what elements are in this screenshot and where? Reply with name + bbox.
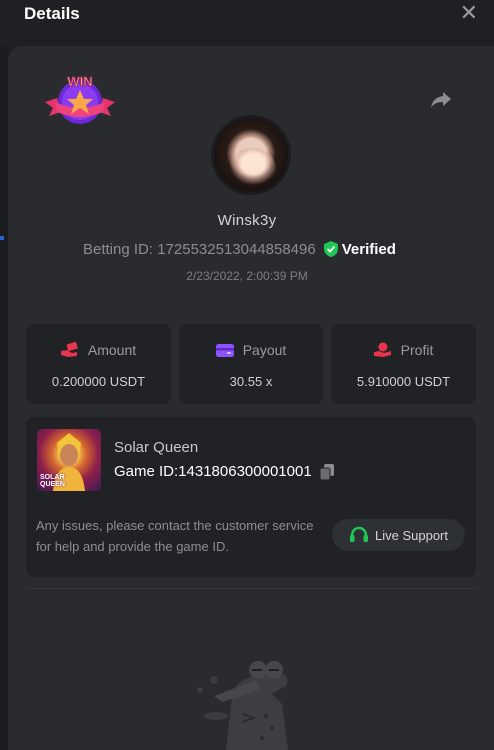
live-support-label: Live Support (375, 527, 448, 543)
backdrop-accent (0, 236, 4, 240)
game-card: SOLAR QUEEN Solar Queen Game ID:14318063… (26, 417, 476, 577)
game-logo: SOLAR QUEEN (40, 474, 65, 488)
payout-label: Payout (242, 342, 287, 358)
game-thumbnail[interactable]: SOLAR QUEEN (37, 429, 101, 491)
profit-card: Profit 5.910000 USDT (331, 324, 476, 404)
betting-id-row: Betting ID: 1725532513044858496 Verified (83, 240, 396, 258)
profit-label: Profit (400, 342, 434, 358)
support-notice: Any issues, please contact the customer … (36, 518, 314, 554)
crocodile-mascot-icon (197, 661, 288, 750)
betting-id: Betting ID: 1725532513044858496 (83, 240, 316, 258)
avatar (211, 115, 291, 195)
modal-title: Details (24, 4, 80, 23)
wallet-icon (215, 343, 234, 357)
backdrop-edge (0, 46, 8, 750)
live-support-button[interactable]: Live Support (332, 519, 465, 551)
game-id: Game ID:1431806300001001 (114, 463, 312, 480)
win-badge-icon: WIN (45, 74, 115, 124)
game-name: Solar Queen (114, 439, 199, 456)
bet-timestamp: 2/23/2022, 2:00:39 PM (186, 269, 308, 283)
amount-label: Amount (87, 342, 137, 358)
modal-header: Details ✕ (0, 0, 494, 46)
amount-value: 0.200000 USDT (51, 374, 146, 389)
badge-text: WIN (67, 74, 92, 89)
payout-value: 30.55 x (229, 374, 273, 389)
divider (26, 588, 476, 589)
verified-shield-icon (323, 241, 338, 257)
profit-value: 5.910000 USDT (356, 374, 451, 389)
share-icon[interactable] (430, 90, 452, 110)
close-icon[interactable]: ✕ (460, 2, 478, 24)
coin-hand-icon (373, 342, 391, 357)
copy-icon[interactable] (319, 463, 334, 480)
payout-card: Payout 30.55 x (179, 324, 323, 404)
username: Winsk3y (217, 212, 277, 229)
headset-icon (350, 526, 368, 542)
amount-card: Amount 0.200000 USDT (26, 324, 171, 404)
money-hand-icon (60, 342, 78, 357)
verified-label: Verified (341, 240, 396, 258)
game-id-row: Game ID:1431806300001001 (114, 463, 334, 480)
